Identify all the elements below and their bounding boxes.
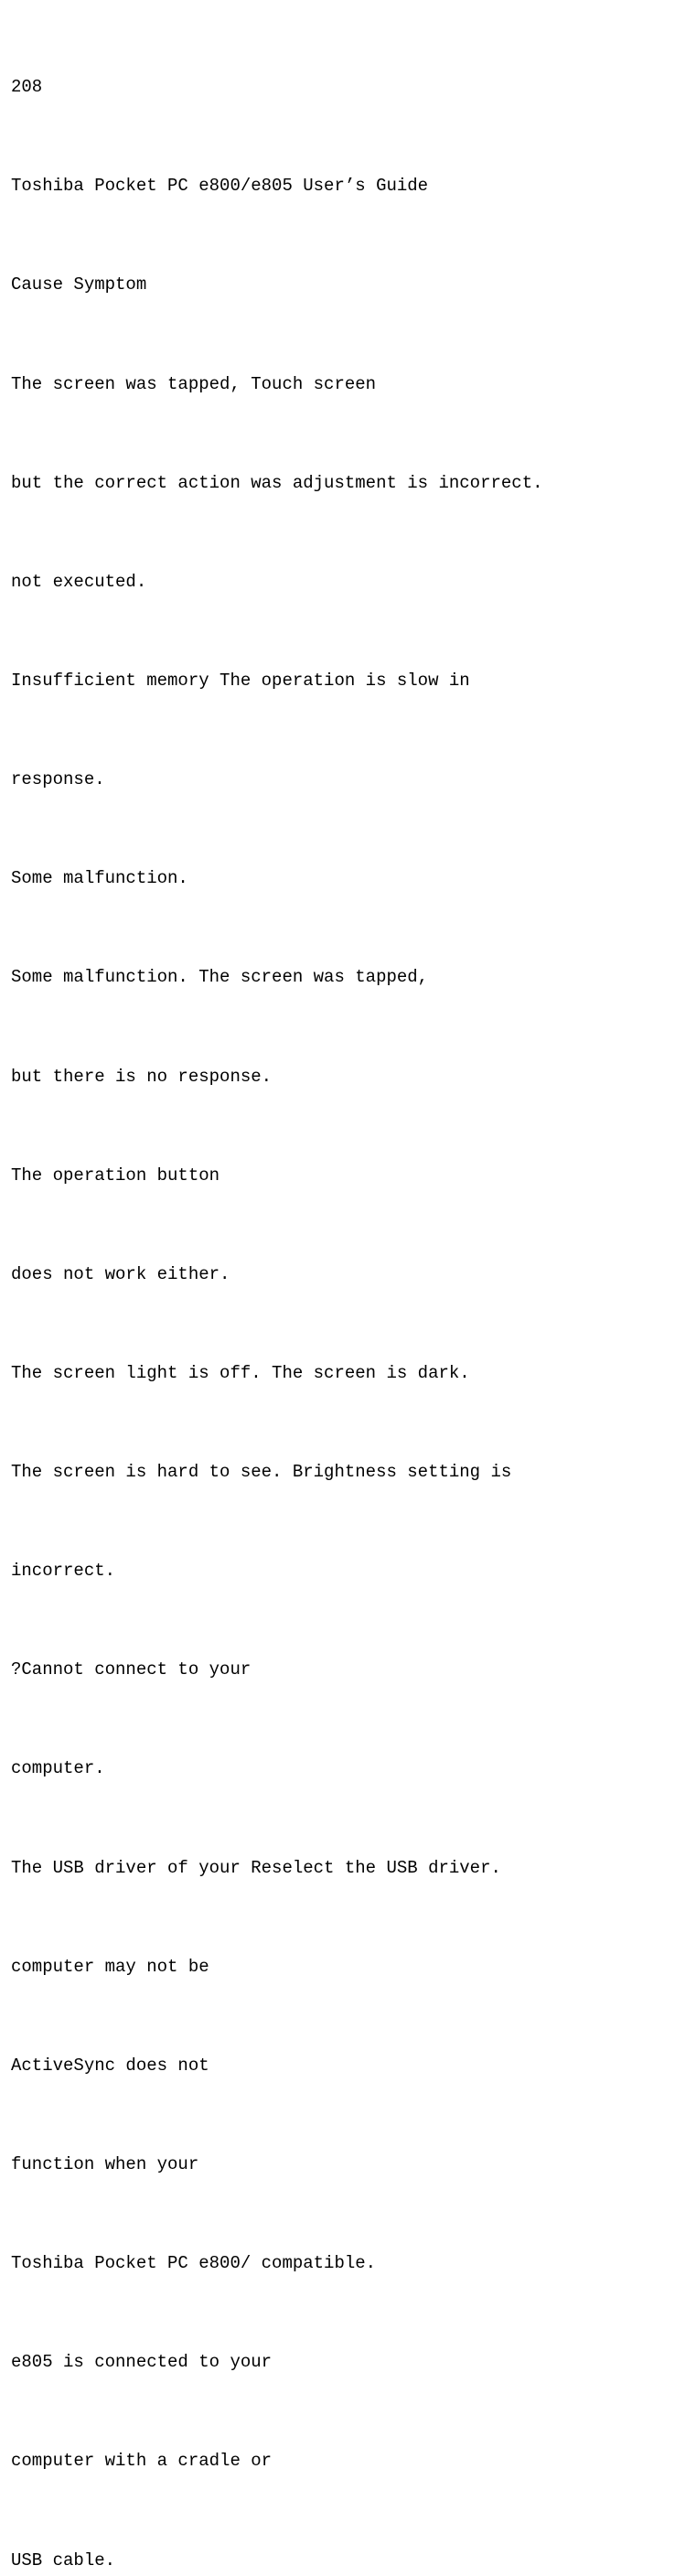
text-line: Some malfunction. The screen was tapped, xyxy=(11,961,685,993)
text-line: not executed. xyxy=(11,565,685,598)
text-line: Some malfunction. xyxy=(11,862,685,895)
text-line: ?Cannot connect to your xyxy=(11,1653,685,1686)
document-page: 208 Toshiba Pocket PC e800/e805 User’s G… xyxy=(0,0,696,2576)
text-line: The operation button xyxy=(11,1159,685,1192)
text-line: The screen light is off. The screen is d… xyxy=(11,1357,685,1390)
text-line: Toshiba Pocket PC e800/ compatible. xyxy=(11,2247,685,2280)
text-line: incorrect. xyxy=(11,1554,685,1587)
text-line: USB cable. xyxy=(11,2544,685,2576)
text-line: ActiveSync does not xyxy=(11,2049,685,2082)
text-line: Cause Symptom xyxy=(11,268,685,301)
text-line: computer may not be xyxy=(11,1950,685,1983)
text-line: function when your xyxy=(11,2148,685,2181)
text-line: The USB driver of your Reselect the USB … xyxy=(11,1852,685,1884)
text-line: response. xyxy=(11,763,685,796)
text-line: The screen is hard to see. Brightness se… xyxy=(11,1455,685,1488)
text-line: 208 xyxy=(11,70,685,103)
text-line: computer with a cradle or xyxy=(11,2444,685,2477)
text-line: e805 is connected to your xyxy=(11,2345,685,2378)
text-line: computer. xyxy=(11,1752,685,1785)
text-line: does not work either. xyxy=(11,1258,685,1291)
text-line: but there is no response. xyxy=(11,1060,685,1093)
text-line: The screen was tapped, Touch screen xyxy=(11,368,685,401)
text-line: Toshiba Pocket PC e800/e805 User’s Guide xyxy=(11,169,685,202)
text-line: but the correct action was adjustment is… xyxy=(11,467,685,499)
text-line: Insufficient memory The operation is slo… xyxy=(11,664,685,697)
